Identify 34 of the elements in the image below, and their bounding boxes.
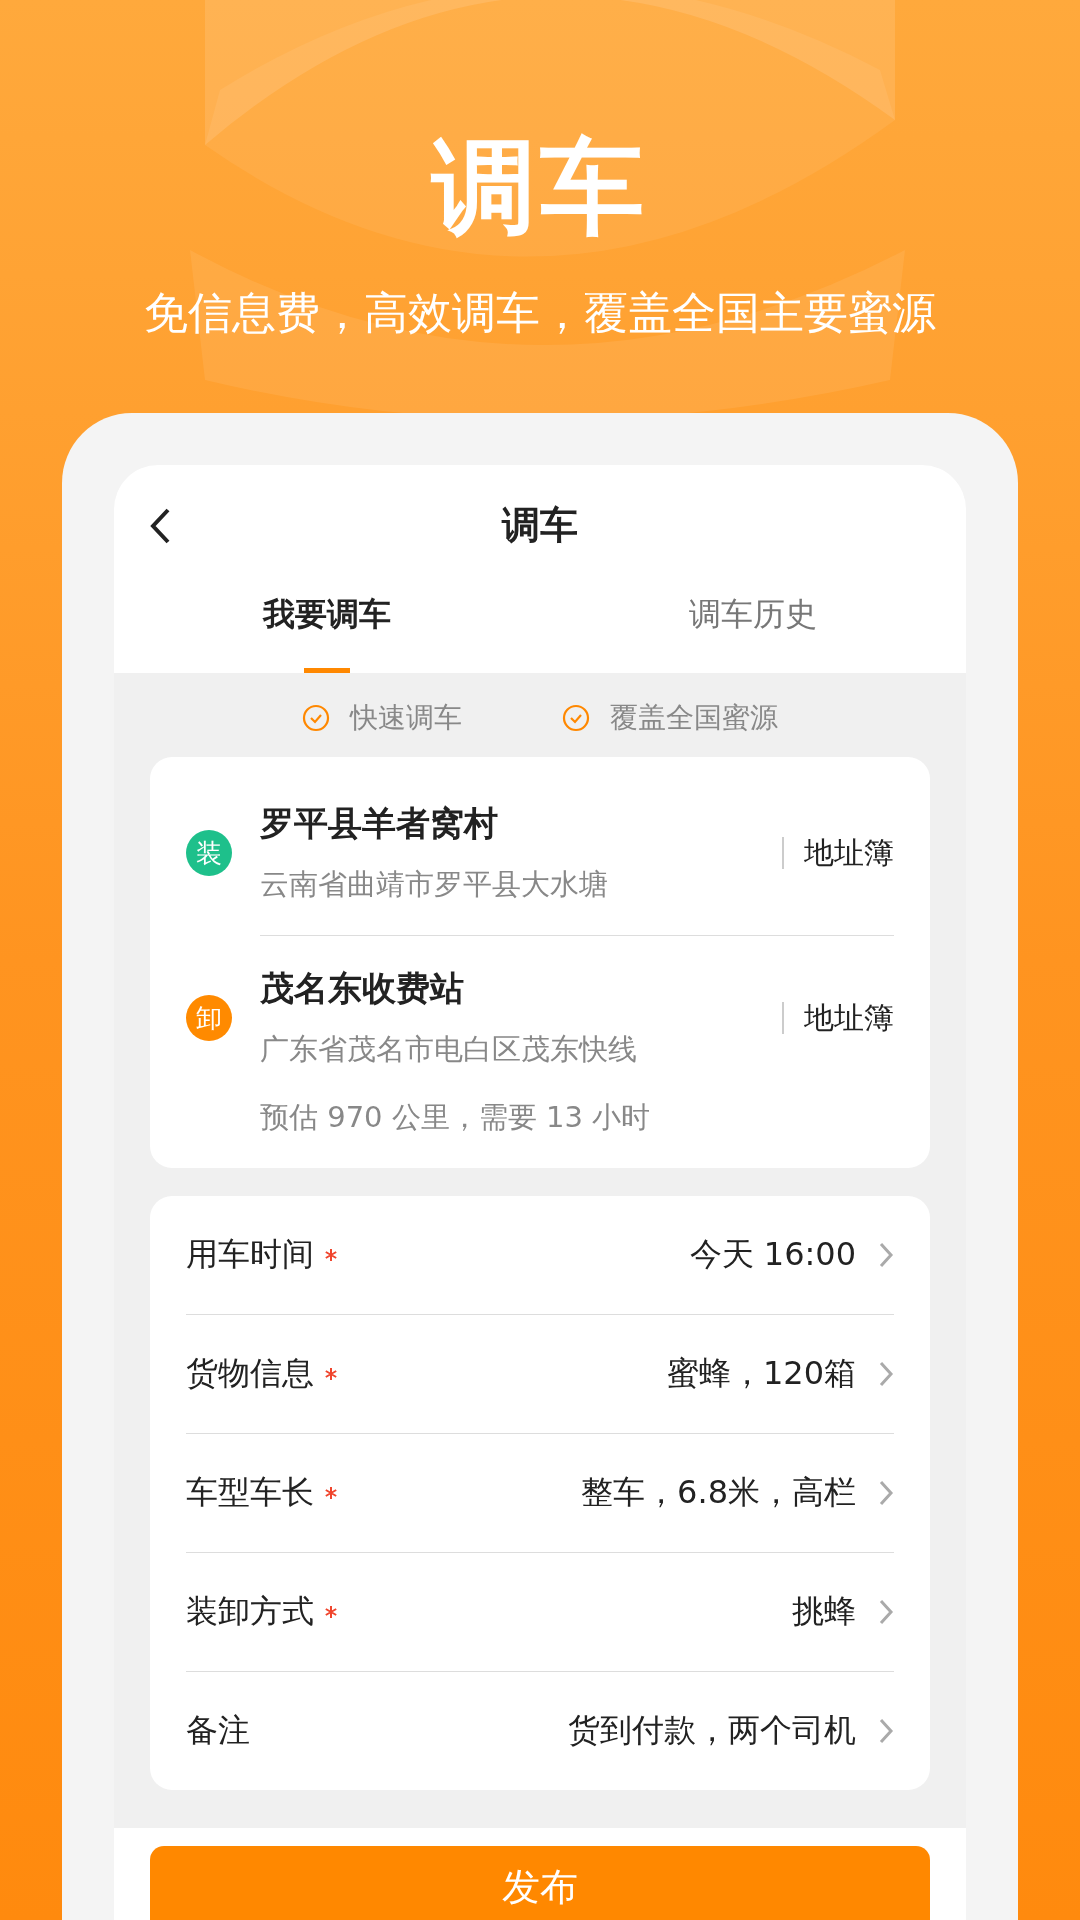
check-circle-icon: [302, 704, 330, 733]
stop-badge: 装: [186, 830, 232, 877]
chevron-icon: [878, 1598, 894, 1627]
address-book-link[interactable]: 地址簿: [782, 1002, 894, 1035]
chevron-icon: [878, 1241, 894, 1270]
field-label: 货物信息: [186, 1353, 314, 1395]
stop-address: 云南省曲靖市罗平县大水塘: [260, 866, 609, 904]
route-estimate: 预估 970 公里，需要 13 小时: [260, 1099, 652, 1137]
promo-subtitle: 免信息费，高效调车，覆盖全国主要蜜源: [144, 286, 936, 341]
stop-badge: 卸: [186, 995, 232, 1042]
feature-text: 覆盖全国蜜源: [610, 700, 778, 737]
field-value[interactable]: 蜜蜂，120箱: [666, 1352, 856, 1397]
chevron-icon: [878, 1360, 894, 1389]
tab[interactable]: 我要调车: [114, 585, 540, 674]
field-label: 用车时间: [186, 1234, 314, 1276]
back-icon[interactable]: [148, 507, 172, 546]
field-value[interactable]: 挑蜂: [792, 1590, 856, 1635]
check-circle-icon: [562, 704, 590, 733]
address-book-link[interactable]: 地址簿: [782, 837, 894, 870]
promo-title: 调车: [432, 130, 648, 245]
tab[interactable]: 调车历史: [540, 585, 966, 674]
field-label: 备注: [186, 1710, 250, 1752]
feature-text: 快速调车: [350, 700, 462, 737]
field-label: 车型车长: [186, 1472, 314, 1514]
field-label: 装卸方式: [186, 1591, 314, 1633]
chevron-icon: [878, 1479, 894, 1508]
field-value[interactable]: 整车，6.8米，高栏: [581, 1471, 856, 1516]
stop-name: 茂名东收费站: [260, 967, 465, 1011]
stop-name: 罗平县羊者窝村: [260, 802, 499, 846]
page-title: 调车: [502, 501, 578, 549]
chevron-icon: [878, 1717, 894, 1746]
field-value[interactable]: 今天 16:00: [689, 1233, 856, 1278]
stop-address: 广东省茂名市电白区茂东快线: [260, 1031, 638, 1069]
field-value[interactable]: 货到付款，两个司机: [568, 1709, 856, 1754]
